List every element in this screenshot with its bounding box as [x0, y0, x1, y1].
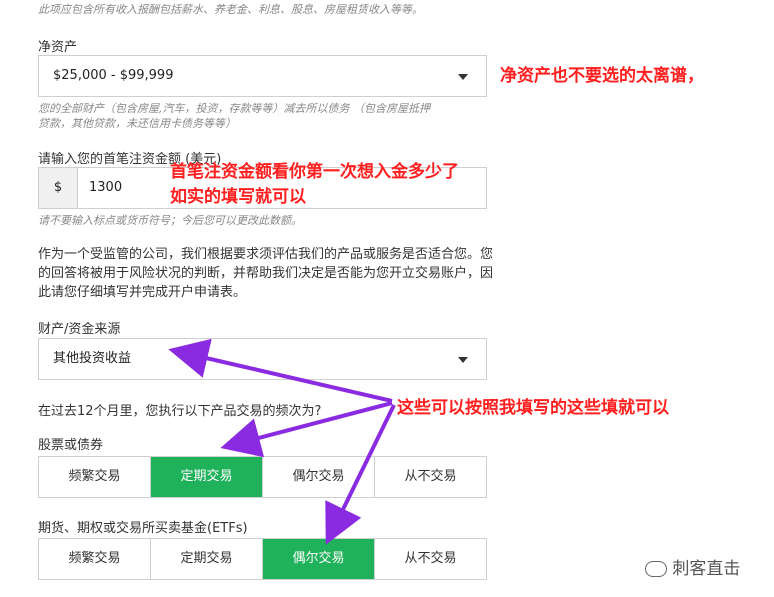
- arrow-to-futures: [325, 404, 396, 545]
- watermark: 刺客直击: [645, 554, 740, 579]
- wechat-icon: [645, 561, 667, 577]
- arrow-to-stocks: [220, 401, 393, 458]
- arrow-to-wealth-source: [168, 338, 393, 403]
- watermark-text: 刺客直击: [672, 559, 741, 579]
- annotation-arrows: [168, 338, 396, 545]
